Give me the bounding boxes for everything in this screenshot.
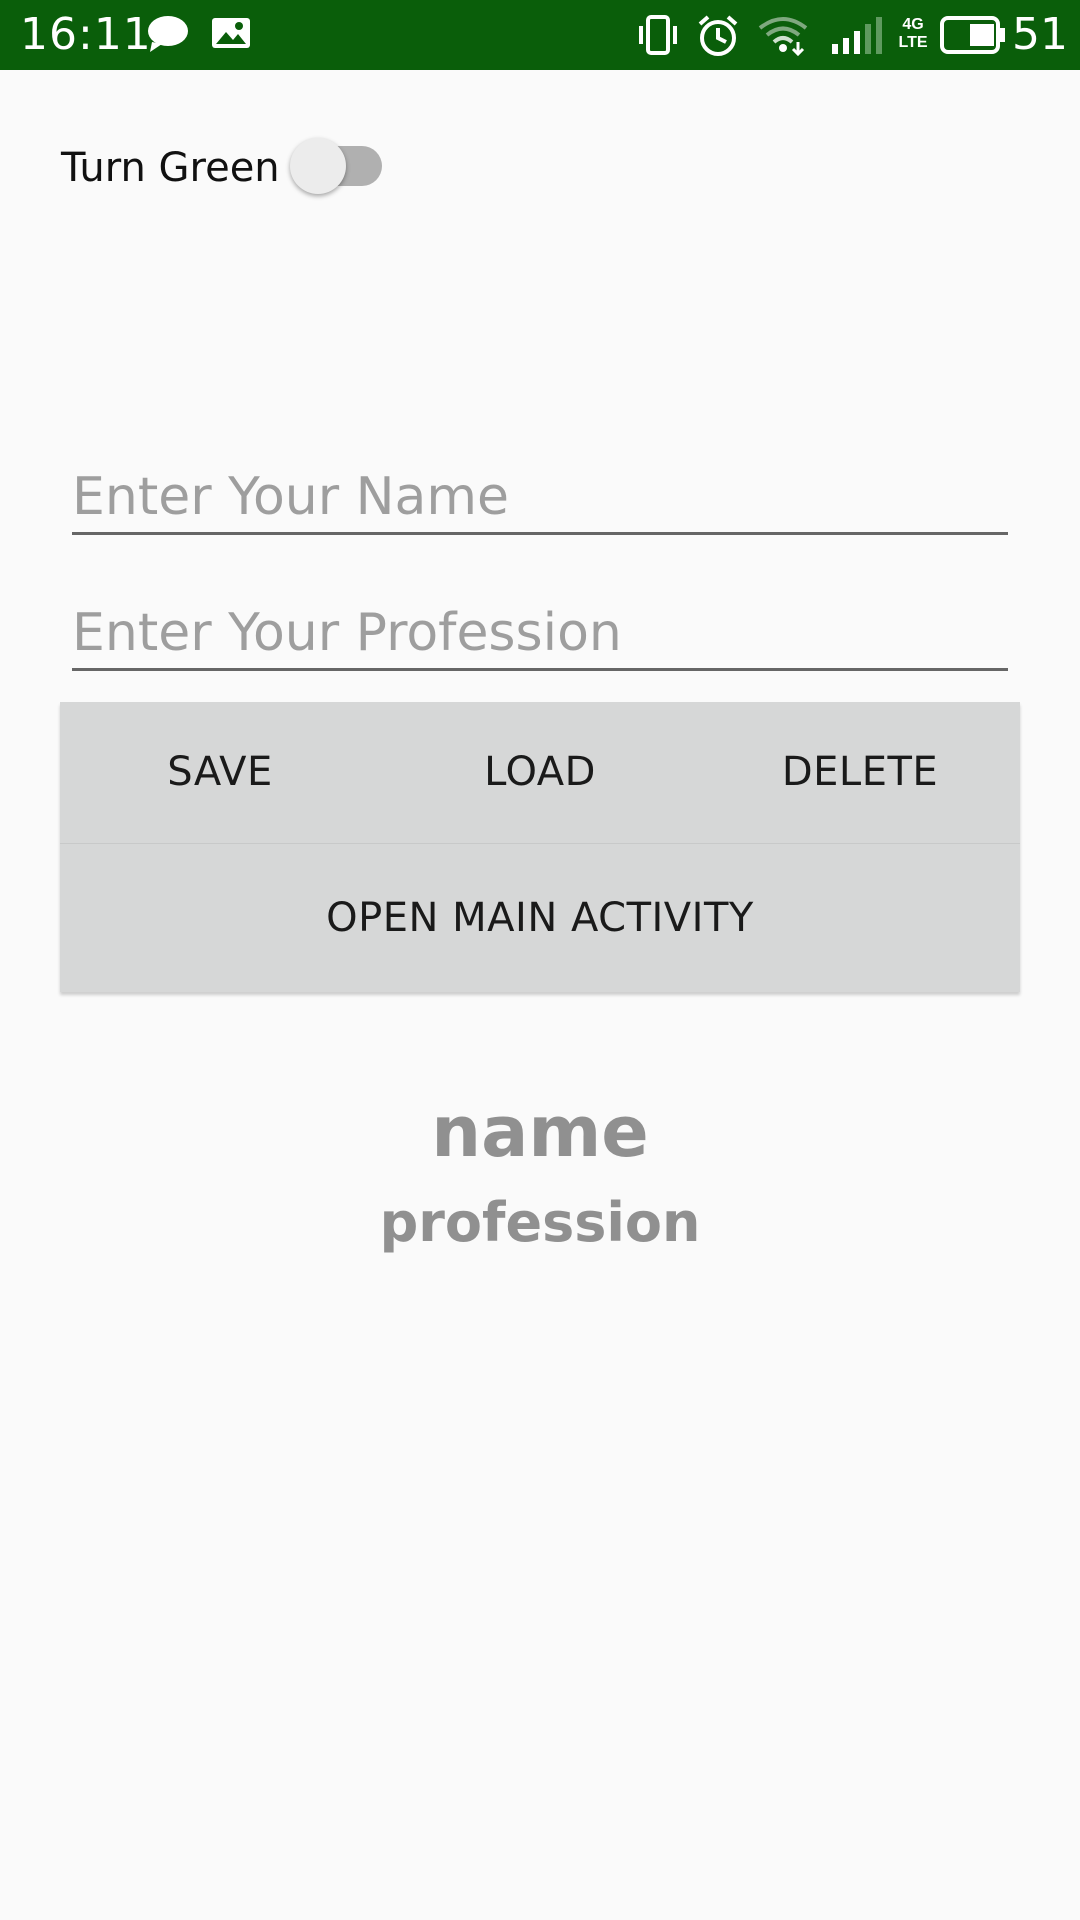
delete-button[interactable]: DELETE (700, 702, 1020, 842)
button-panel: SAVE LOAD DELETE OPEN MAIN ACTIVITY (60, 702, 1020, 992)
name-input[interactable] (72, 462, 1008, 535)
load-button[interactable]: LOAD (380, 702, 700, 842)
alarm-icon (696, 14, 740, 63)
status-bar: 16:11 4G LTE 51 (0, 0, 1080, 70)
signal-icon (830, 14, 890, 61)
switch-thumb[interactable] (290, 138, 346, 194)
profession-input[interactable] (72, 598, 1008, 671)
vibrate-icon (636, 14, 680, 61)
result-name-text: name (431, 1091, 649, 1173)
network-type-label: 4G LTE (898, 16, 928, 51)
button-divider (60, 843, 1020, 844)
toggle-label: Turn Green (61, 145, 280, 191)
wifi-icon (758, 14, 808, 61)
battery-icon (940, 16, 1006, 59)
image-icon (210, 14, 252, 59)
battery-percent: 51 (1012, 9, 1068, 60)
open-main-activity-button[interactable]: OPEN MAIN ACTIVITY (60, 846, 1020, 990)
result-profession-text: profession (379, 1191, 701, 1254)
message-icon (146, 14, 190, 59)
save-button[interactable]: SAVE (60, 702, 380, 842)
status-time: 16:11 (20, 9, 152, 60)
